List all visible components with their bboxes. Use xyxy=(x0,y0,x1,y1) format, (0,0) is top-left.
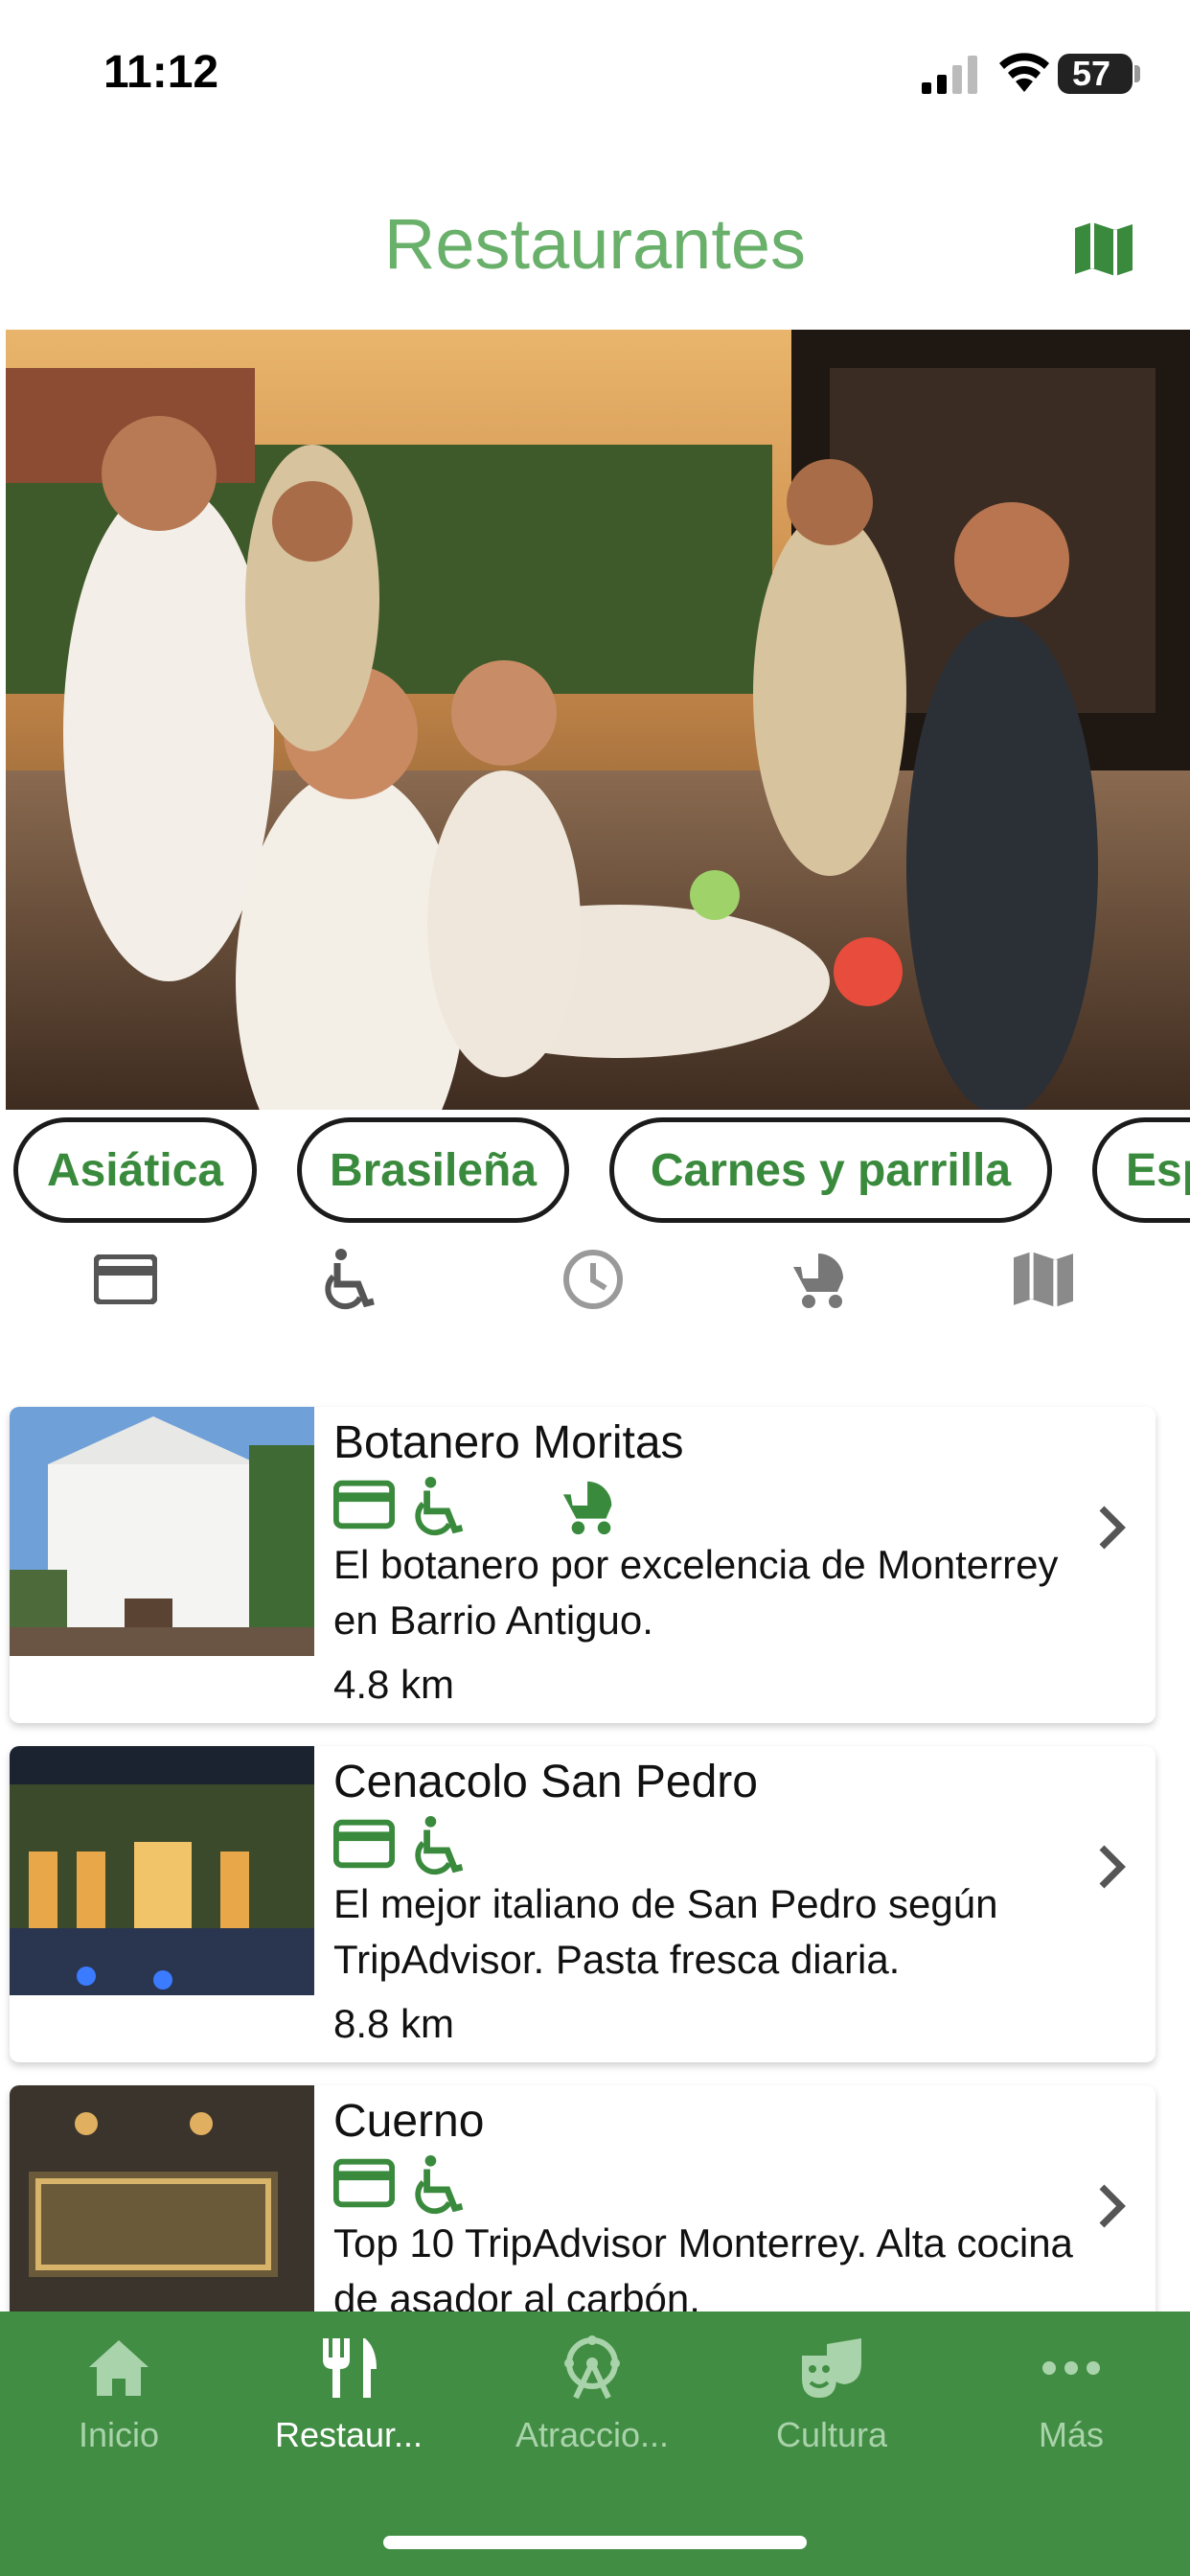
restaurant-description: Top 10 TripAdvisor Monterrey. Alta cocin… xyxy=(333,2220,1073,2321)
tab-label: Inicio xyxy=(78,2415,160,2454)
tab-inicio[interactable]: Inicio xyxy=(13,2334,224,2459)
tab-restaurantes[interactable]: Restaur... xyxy=(243,2334,454,2459)
battery-level: 57 xyxy=(1071,54,1111,93)
ferris-wheel-icon xyxy=(564,2335,620,2400)
restaurant-description: El mejor italiano de San Pedro según Tri… xyxy=(333,1881,998,1982)
tab-mas[interactable]: Más xyxy=(966,2334,1177,2459)
more-dots-icon xyxy=(1042,2361,1100,2375)
home-indicator[interactable] xyxy=(383,2536,807,2549)
chevron-right-icon[interactable] xyxy=(1092,1499,1131,1556)
stroller-icon[interactable] xyxy=(788,1246,855,1313)
tab-atracciones[interactable]: Atraccio... xyxy=(487,2334,698,2459)
cellular-signal-icon xyxy=(922,56,977,94)
tab-label: Más xyxy=(1038,2415,1104,2454)
chevron-right-icon[interactable] xyxy=(1092,1838,1131,1896)
home-icon xyxy=(89,2340,149,2396)
tab-label: Atraccio... xyxy=(515,2415,670,2454)
restaurant-photo xyxy=(10,2085,314,2334)
credit-card-icon xyxy=(333,1480,395,1530)
stroller-icon xyxy=(562,1481,612,1535)
map-filter-icon[interactable] xyxy=(1010,1246,1077,1313)
wheelchair-icon xyxy=(415,1815,464,1875)
wifi-icon xyxy=(999,53,1049,92)
tab-cultura[interactable]: Cultura xyxy=(726,2334,937,2459)
battery-cap xyxy=(1134,65,1140,82)
restaurant-description: El botanero por excelencia de Monterrey … xyxy=(333,1542,1059,1643)
wheelchair-icon[interactable] xyxy=(322,1246,389,1313)
restaurant-distance: 8.8 km xyxy=(333,2001,455,2046)
wheelchair-icon xyxy=(415,1476,464,1536)
status-time: 11:12 xyxy=(103,47,219,98)
credit-card-icon xyxy=(333,1819,395,1869)
restaurant-photo xyxy=(10,1407,314,1656)
credit-card-icon[interactable] xyxy=(92,1246,159,1313)
chevron-right-icon[interactable] xyxy=(1092,2177,1131,2235)
credit-card-icon xyxy=(333,2158,395,2208)
map-icon[interactable] xyxy=(1075,222,1133,276)
restaurant-card[interactable]: Cenacolo San Pedro El mejor italiano de … xyxy=(10,1746,1156,2062)
fork-knife-icon xyxy=(323,2338,377,2398)
restaurant-name: Cuerno xyxy=(333,2096,485,2147)
category-chip[interactable]: Esp xyxy=(1092,1117,1190,1223)
category-chips: Asiática Brasileña Carnes y parrilla Esp xyxy=(0,1117,1190,1232)
category-chip[interactable]: Carnes y parrilla xyxy=(609,1117,1052,1223)
restaurant-distance: 4.8 km xyxy=(333,1662,455,1707)
tab-label: Cultura xyxy=(775,2415,888,2454)
page-title: Restaurantes xyxy=(383,204,807,284)
restaurant-card[interactable]: Botanero Moritas El botanero por excelen… xyxy=(10,1407,1156,1723)
category-chip[interactable]: Asiática xyxy=(13,1117,257,1223)
wheelchair-icon xyxy=(415,2154,464,2215)
restaurant-name: Cenacolo San Pedro xyxy=(333,1757,758,1807)
hero-image xyxy=(6,330,1190,1110)
restaurant-name: Botanero Moritas xyxy=(333,1417,684,1468)
restaurant-photo xyxy=(10,1746,314,1995)
tab-label: Restaur... xyxy=(274,2415,423,2454)
clock-icon[interactable] xyxy=(560,1246,627,1313)
theater-masks-icon xyxy=(802,2338,861,2398)
category-chip[interactable]: Brasileña xyxy=(297,1117,569,1223)
